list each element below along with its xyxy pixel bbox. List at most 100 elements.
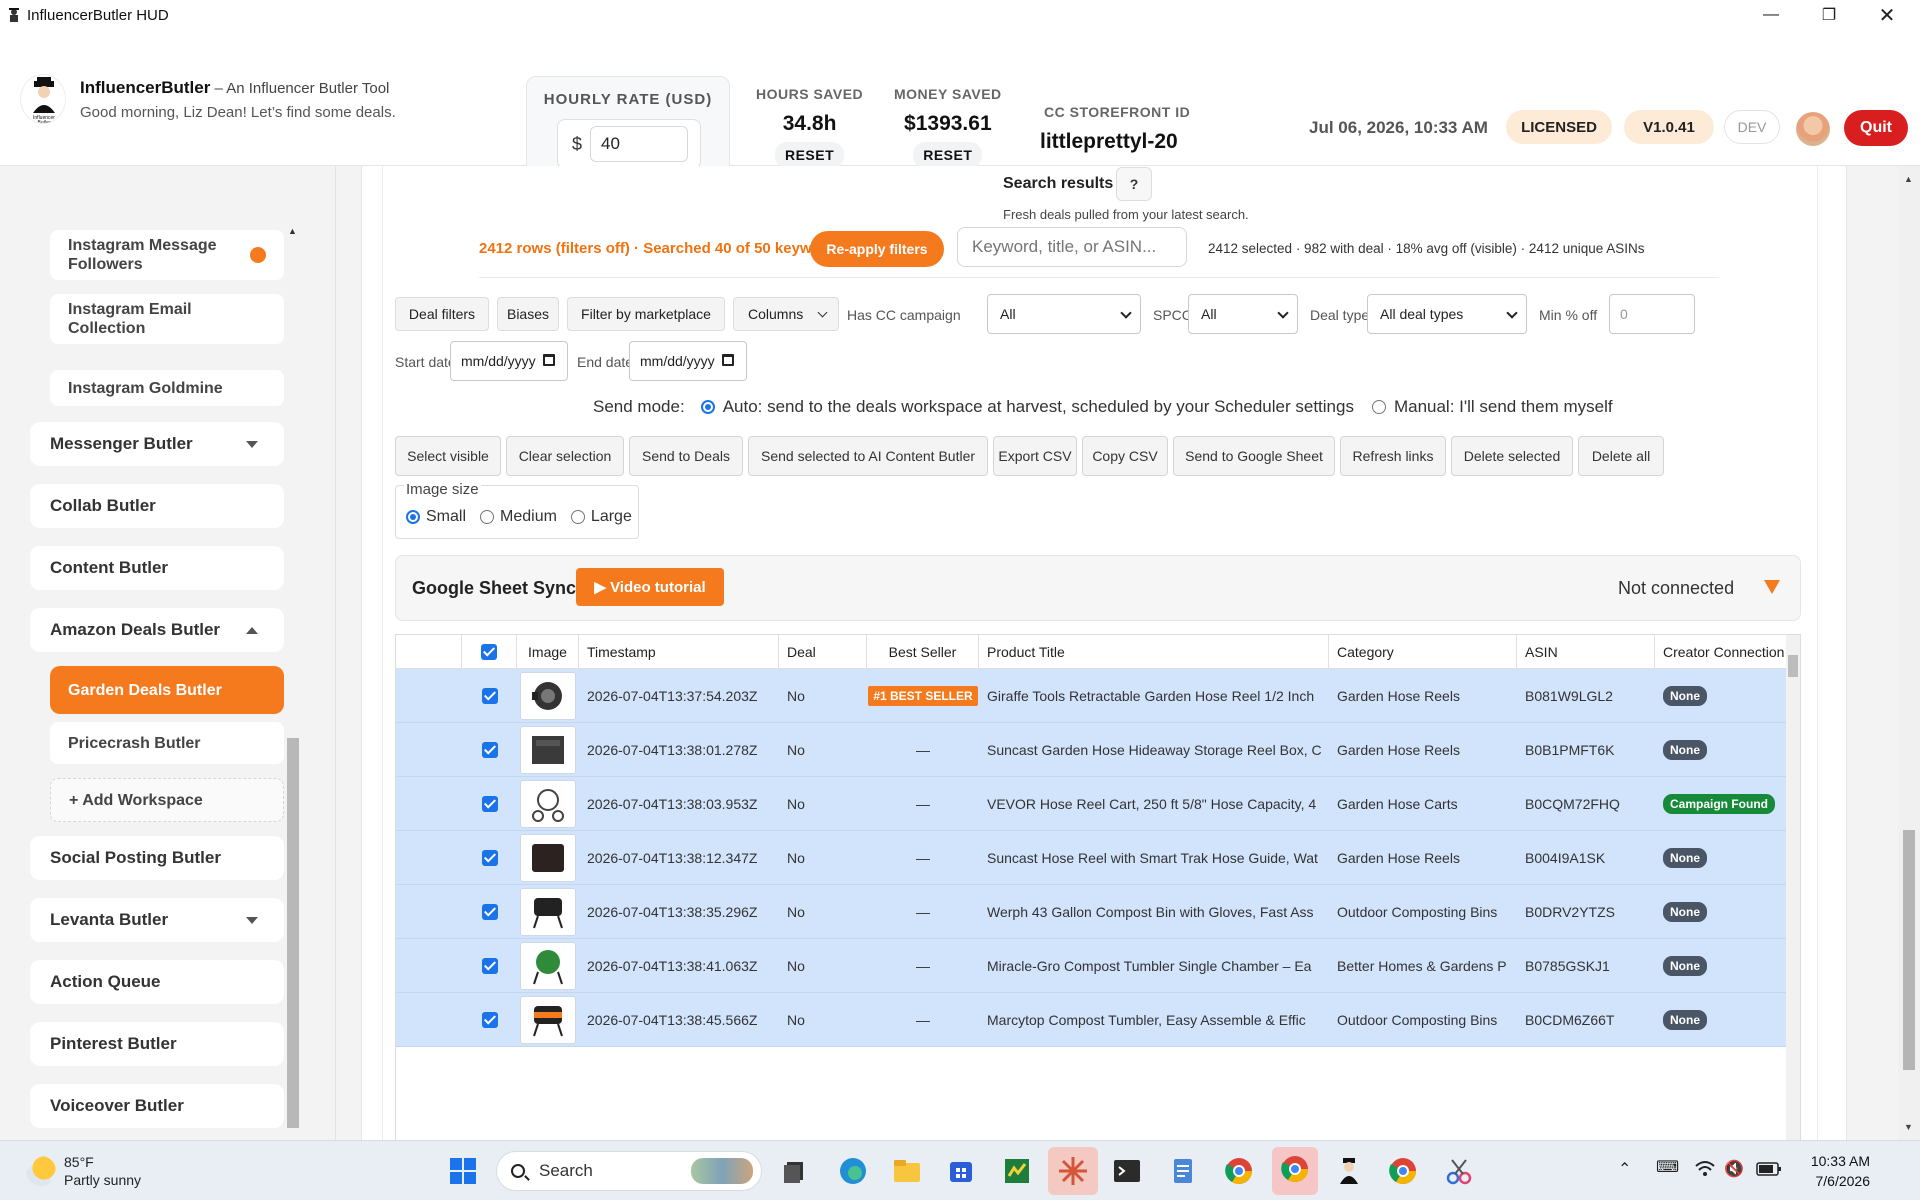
row-checkbox[interactable] [481,1012,498,1028]
column-header-image[interactable]: Image [517,635,579,669]
hours-reset-button[interactable]: RESET [774,142,845,168]
sidebar-item-voiceover-butler[interactable]: Voiceover Butler [30,1084,284,1128]
table-scroll-thumb[interactable] [1788,655,1798,677]
taskbar-search[interactable]: Search [496,1151,762,1191]
row-checkbox[interactable] [481,904,498,920]
column-header-deal[interactable]: Deal [779,635,867,669]
product-title-cell[interactable]: Marcytop Compost Tumbler, Easy Assemble … [987,993,1327,1047]
creator-connection-badge[interactable]: None [1663,848,1707,868]
end-date-input[interactable]: mm/dd/yyyy [629,341,747,381]
refresh-links-button[interactable]: Refresh links [1340,436,1446,476]
product-thumbnail[interactable] [520,834,576,882]
creator-connection-badge[interactable]: None [1663,740,1707,760]
file-explorer-icon[interactable] [890,1154,924,1188]
product-title-cell[interactable]: Werph 43 Gallon Compost Bin with Gloves,… [987,885,1327,939]
table-row[interactable]: 2026-07-04T13:38:35.296Z No — Werph 43 Gall… [396,885,1788,939]
store-icon[interactable] [944,1154,978,1188]
sidebar-item-messenger-butler[interactable]: Messenger Butler [30,422,284,466]
creator-connection-badge[interactable]: None [1663,902,1707,922]
product-thumbnail[interactable] [520,672,576,720]
battery-icon[interactable] [1756,1161,1782,1177]
send-mode-manual-radio[interactable] [1371,400,1386,414]
notepad-icon[interactable] [1166,1154,1200,1188]
row-checkbox[interactable] [481,850,498,866]
sidebar-scrollbar[interactable]: ▲ [286,226,300,1128]
row-checkbox[interactable] [481,688,498,704]
sidebar-item-pricecrash-butler[interactable]: Pricecrash Butler [50,722,284,764]
image-size-medium-radio[interactable] [480,510,495,524]
select-all-checkbox[interactable] [481,644,497,660]
claude-app-icon[interactable] [1048,1147,1098,1195]
clear-selection-button[interactable]: Clear selection [506,436,624,476]
delete-selected-button[interactable]: Delete selected [1451,436,1573,476]
send-to-google-sheet-button[interactable]: Send to Google Sheet [1173,436,1335,476]
send-to-ai-content-butler-button[interactable]: Send selected to AI Content Butler [748,436,988,476]
sidebar-item-levanta-butler[interactable]: Levanta Butler [30,898,284,942]
scroll-up-arrow-icon[interactable]: ▲ [288,226,297,236]
wifi-icon[interactable] [1694,1159,1716,1179]
copy-csv-button[interactable]: Copy CSV [1082,436,1168,476]
quit-button[interactable]: Quit [1844,110,1908,146]
creator-connection-badge[interactable]: Campaign Found [1663,794,1775,814]
creator-connection-badge[interactable]: None [1663,686,1707,706]
sidebar-item-pinterest-butler[interactable]: Pinterest Butler [30,1022,284,1066]
delete-all-button[interactable]: Delete all [1578,436,1664,476]
help-button[interactable]: ? [1116,167,1152,201]
sidebar-item-collab-butler[interactable]: Collab Butler [30,484,284,528]
product-thumbnail[interactable] [520,996,576,1044]
keyboard-icon[interactable]: ⌨ [1656,1157,1679,1177]
deal-type-select[interactable]: All deal types [1367,294,1527,334]
select-visible-button[interactable]: Select visible [395,436,501,476]
table-row[interactable]: 2026-07-04T13:38:03.953Z No — VEVOR Hose Re… [396,777,1788,831]
biases-button[interactable]: Biases [497,297,559,331]
min-percent-off-input[interactable]: 0 [1609,294,1695,334]
terminal-icon[interactable] [1110,1154,1144,1188]
chrome-icon[interactable] [1222,1154,1256,1188]
sidebar-item-instagram-email-collection[interactable]: Instagram Email Collection [50,294,284,344]
sidebar-item-content-butler[interactable]: Content Butler [30,546,284,590]
sidebar-item-amazon-deals-butler[interactable]: Amazon Deals Butler [30,608,284,652]
product-title-cell[interactable]: Suncast Garden Hose Hideaway Storage Ree… [987,723,1327,777]
spcc-select[interactable]: All [1188,294,1298,334]
expand-triangle-icon[interactable] [1764,580,1780,594]
product-title-cell[interactable]: Giraffe Tools Retractable Garden Hose Re… [987,669,1327,723]
table-row[interactable]: 2026-07-04T13:38:45.566Z No — Marcytop Comp… [396,993,1788,1047]
product-title-cell[interactable]: VEVOR Hose Reel Cart, 250 ft 5/8" Hose C… [987,777,1327,831]
image-size-large-radio[interactable] [570,510,585,524]
chrome-active-window[interactable] [1272,1147,1318,1195]
sidebar-item-instagram-goldmine[interactable]: Instagram Goldmine [50,370,284,406]
main-scrollbar[interactable]: ▲ ▼ [1898,166,1920,1140]
column-header-timestamp[interactable]: Timestamp [579,635,779,669]
snipping-tool-icon[interactable] [1442,1154,1476,1188]
avatar[interactable] [1796,112,1830,146]
chevron-up-icon[interactable]: ⌃ [1618,1159,1631,1179]
deal-filters-button[interactable]: Deal filters [395,297,489,331]
product-title-cell[interactable]: Suncast Hose Reel with Smart Trak Hose G… [987,831,1327,885]
chrome-profile-icon[interactable] [1386,1154,1420,1188]
dev-badge[interactable]: DEV [1724,110,1780,144]
start-windows-icon[interactable] [446,1154,480,1188]
row-checkbox[interactable] [481,742,498,758]
scroll-up-arrow-icon[interactable]: ▲ [1904,174,1913,184]
column-header-asin[interactable]: ASIN [1517,635,1655,669]
filter-by-marketplace-button[interactable]: Filter by marketplace [567,297,725,331]
table-row[interactable]: 2026-07-04T13:38:41.063Z No — Miracle-Gro C… [396,939,1788,993]
scroll-down-arrow-icon[interactable]: ▼ [1904,1122,1913,1132]
volume-muted-icon[interactable]: 🔇 [1724,1159,1744,1179]
export-csv-button[interactable]: Export CSV [993,436,1077,476]
close-window-button[interactable]: ✕ [1858,0,1916,30]
keyword-search-input[interactable] [957,227,1187,267]
calendar-icon[interactable] [543,354,555,366]
sidebar-scroll-thumb[interactable] [287,738,299,1128]
video-tutorial-button[interactable]: ▶ Video tutorial [576,568,724,606]
has-cc-campaign-select[interactable]: All [987,294,1141,334]
task-view-icon[interactable] [778,1154,812,1188]
column-header-creator-connection[interactable]: Creator Connection [1655,635,1788,669]
spreadsheet-app-icon[interactable] [1000,1154,1034,1188]
influencer-butler-app-icon[interactable] [1332,1154,1366,1188]
edge-browser-icon[interactable] [836,1154,870,1188]
table-row[interactable]: 2026-07-04T13:37:54.203Z No #1 BEST SELLER… [396,669,1788,723]
hourly-rate-input[interactable] [590,126,688,162]
product-thumbnail[interactable] [520,780,576,828]
main-scroll-thumb[interactable] [1903,830,1915,1070]
